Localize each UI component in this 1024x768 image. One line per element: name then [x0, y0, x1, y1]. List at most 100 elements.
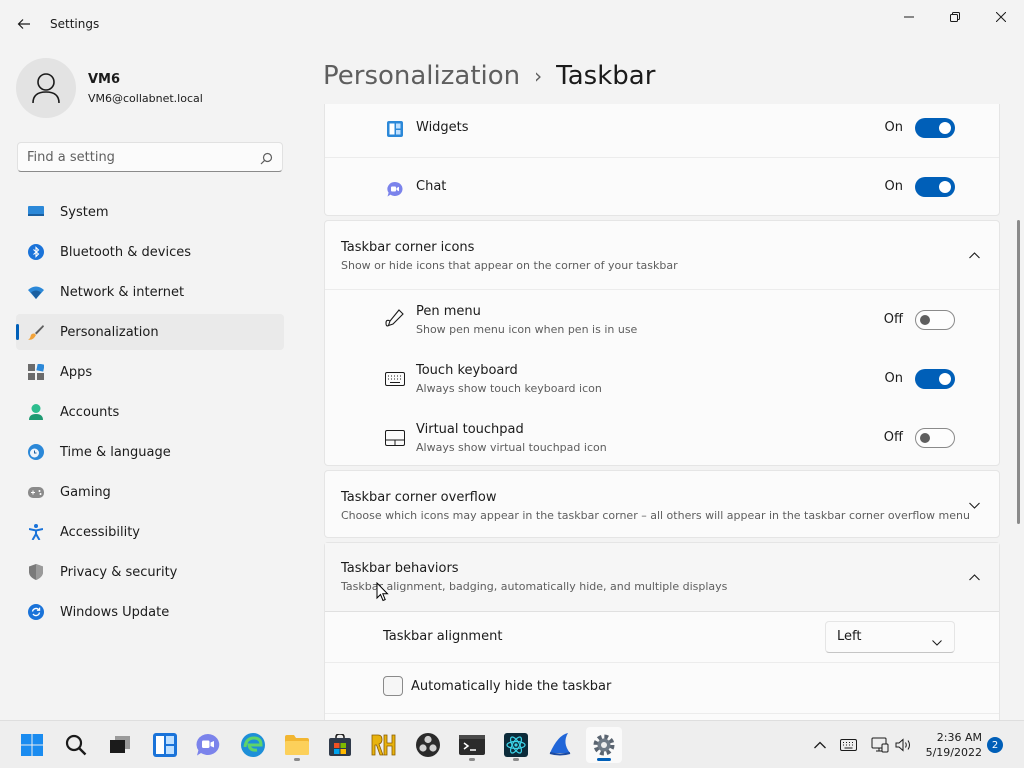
close-button[interactable] [978, 4, 1024, 30]
gamepad-icon [28, 484, 44, 500]
divider [325, 713, 999, 714]
toggle-knob [939, 181, 951, 193]
scrollbar[interactable] [1017, 220, 1020, 524]
behaviors-header[interactable]: Taskbar behaviors Taskbar alignment, bad… [325, 543, 999, 611]
pen-menu-row: Pen menu Show pen menu icon when pen is … [325, 290, 999, 349]
corner-icons-header[interactable]: Taskbar corner icons Show or hide icons … [325, 221, 999, 289]
active-indicator [597, 758, 611, 761]
speaker-icon [895, 738, 910, 752]
search-icon [65, 734, 87, 756]
system-clock[interactable]: 2:36 AM 5/19/2022 [920, 730, 982, 760]
avatar [16, 58, 76, 118]
profile-name: VM6 [88, 72, 121, 87]
rh-app-icon [371, 734, 396, 756]
notification-badge[interactable]: 2 [987, 737, 1003, 753]
monitor-icon [28, 204, 44, 220]
file-explorer-button[interactable] [279, 727, 315, 763]
chevron-down-icon[interactable] [967, 498, 981, 512]
wifi-icon [28, 284, 44, 300]
shield-icon [28, 564, 44, 580]
keyboard-icon [839, 739, 857, 751]
chat-icon [196, 734, 220, 756]
chevron-up-icon[interactable] [967, 570, 981, 584]
sidebar-item-time-language[interactable]: Time & language [16, 434, 284, 470]
breadcrumb-parent-link[interactable]: Personalization [323, 61, 520, 91]
touch-keyboard-toggle[interactable] [915, 369, 955, 389]
dropdown-value: Left [837, 629, 862, 644]
folder-icon [285, 735, 309, 755]
sidebar-item-label: Bluetooth & devices [60, 244, 191, 260]
corner-overflow-card[interactable]: Taskbar corner overflow Choose which ico… [324, 470, 1000, 538]
settings-app-button[interactable] [586, 727, 622, 763]
sidebar-item-windows-update[interactable]: Windows Update [16, 594, 284, 630]
sidebar-item-network[interactable]: Network & internet [16, 274, 284, 310]
keyboard-icon [385, 369, 405, 389]
brush-icon [28, 324, 44, 340]
taskbar-search-button[interactable] [58, 727, 94, 763]
minimize-button[interactable] [886, 4, 932, 30]
pen-menu-toggle[interactable] [915, 310, 955, 330]
widgets-label: Widgets [416, 120, 469, 135]
sidebar-item-gaming[interactable]: Gaming [16, 474, 284, 510]
title-bar: Settings [0, 0, 1024, 48]
pen-menu-state: Off [883, 312, 903, 327]
taskbar-alignment-label: Taskbar alignment [383, 629, 503, 644]
sidebar-item-apps[interactable]: Apps [16, 354, 284, 390]
terminal-button[interactable] [454, 727, 490, 763]
network-tray-button[interactable] [870, 735, 890, 755]
show-hidden-icons-button[interactable] [810, 735, 830, 755]
section-title: Taskbar behaviors [341, 561, 459, 576]
obs-button[interactable] [410, 727, 446, 763]
user-profile[interactable]: VM6 VM6@collabnet.local [16, 58, 286, 118]
sidebar-item-label: Privacy & security [60, 564, 178, 580]
toggle-knob [939, 122, 951, 134]
widgets-button[interactable] [147, 727, 183, 763]
virtual-touchpad-row: Virtual touchpad Always show virtual tou… [325, 408, 999, 466]
chat-icon [385, 179, 405, 199]
app-shark-button[interactable] [542, 727, 578, 763]
search-box[interactable] [17, 142, 283, 172]
clock-globe-icon [28, 444, 44, 460]
back-button[interactable] [12, 12, 36, 36]
running-indicator [469, 758, 475, 761]
taskbar: 2:36 AM 5/19/2022 2 [0, 720, 1024, 768]
toggle-knob [920, 433, 930, 443]
widgets-icon [153, 733, 177, 757]
taskbar-alignment-dropdown[interactable]: Left [825, 621, 955, 653]
sidebar-item-label: Accessibility [60, 524, 140, 540]
autohide-checkbox[interactable] [383, 676, 403, 696]
sidebar-item-system[interactable]: System [16, 194, 284, 230]
app-rh-button[interactable] [366, 727, 402, 763]
sidebar-item-accounts[interactable]: Accounts [16, 394, 284, 430]
restore-button[interactable] [932, 4, 978, 30]
chat-toggle[interactable] [915, 177, 955, 197]
chat-row: Chat On [325, 158, 999, 216]
task-view-button[interactable] [102, 727, 138, 763]
terminal-icon [459, 735, 485, 755]
virtual-touchpad-toggle[interactable] [915, 428, 955, 448]
widgets-toggle[interactable] [915, 118, 955, 138]
clock-date: 5/19/2022 [925, 746, 982, 759]
toggle-knob [920, 315, 930, 325]
widgets-state: On [884, 120, 903, 135]
sidebar-item-privacy[interactable]: Privacy & security [16, 554, 284, 590]
search-input[interactable] [27, 148, 247, 166]
sidebar-item-label: Gaming [60, 484, 111, 500]
edge-button[interactable] [235, 727, 271, 763]
sidebar-item-personalization[interactable]: Personalization [16, 314, 284, 350]
chat-button[interactable] [190, 727, 226, 763]
chevron-up-icon[interactable] [967, 248, 981, 262]
sidebar-item-bluetooth[interactable]: Bluetooth & devices [16, 234, 284, 270]
chevron-down-icon [932, 631, 942, 650]
toggle-knob [939, 373, 951, 385]
section-subtitle: Choose which icons may appear in the tas… [341, 509, 970, 522]
update-icon [28, 604, 44, 620]
touch-keyboard-tray-button[interactable] [838, 735, 858, 755]
app-atom-button[interactable] [498, 727, 534, 763]
volume-tray-button[interactable] [894, 735, 914, 755]
store-button[interactable] [322, 727, 358, 763]
sidebar-item-label: Apps [60, 364, 93, 380]
bluetooth-icon [28, 244, 44, 260]
sidebar-item-accessibility[interactable]: Accessibility [16, 514, 284, 550]
start-button[interactable] [14, 727, 50, 763]
